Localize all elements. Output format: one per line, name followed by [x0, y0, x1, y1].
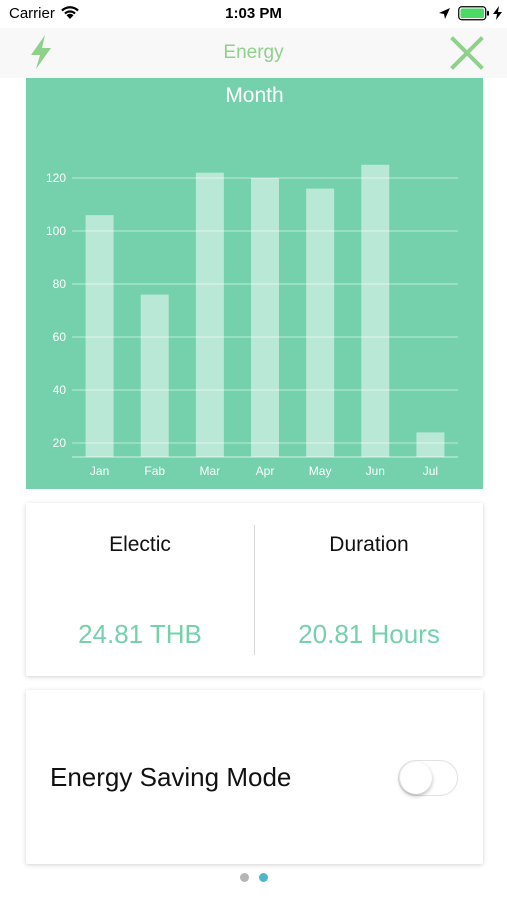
- electric-label: Electic: [109, 533, 171, 556]
- page-dot-2[interactable]: [259, 873, 268, 882]
- location-icon: [438, 7, 451, 25]
- energy-saving-card: Energy Saving Mode: [26, 690, 483, 864]
- x-tick-label: Fab: [144, 464, 165, 478]
- x-tick-label: Jan: [90, 464, 109, 478]
- y-tick-label: 60: [53, 330, 67, 344]
- x-tick-label: May: [309, 464, 332, 478]
- chart-plot: 20 40 60 80 100 120 Jan Fab Mar Apr May Jun Jul: [46, 164, 458, 478]
- bar-may: [306, 188, 335, 457]
- electric-section: Electic 24.81 THB: [26, 503, 254, 676]
- page-dot-1[interactable]: [240, 873, 249, 882]
- energy-screen: Carrier 1:03 PM Energy 20 40 60 80 100 1…: [0, 0, 507, 900]
- bar-jan: [85, 215, 114, 457]
- bar-fab: [140, 294, 169, 457]
- chart-title: Month: [225, 84, 284, 107]
- nav-bar: Energy: [0, 28, 507, 78]
- y-tick-label: 80: [53, 277, 67, 291]
- bar-mar: [195, 172, 224, 457]
- x-tick-label: Jul: [423, 464, 438, 478]
- monthly-chart: 20 40 60 80 100 120 Jan Fab Mar Apr May Jun Jul Mont…: [26, 78, 483, 489]
- x-tick-label: Jun: [366, 464, 385, 478]
- duration-value: 20.81 Hours: [298, 619, 440, 649]
- y-tick-label: 20: [53, 436, 67, 450]
- status-bar: Carrier 1:03 PM: [0, 0, 507, 28]
- clock-time: 1:03 PM: [225, 5, 282, 22]
- x-tick-label: Mar: [200, 464, 221, 478]
- page-indicator: [0, 873, 507, 883]
- close-icon[interactable]: [450, 36, 484, 75]
- charging-icon: [493, 6, 502, 25]
- energy-saving-label: Energy Saving Mode: [50, 762, 292, 792]
- battery-icon: [458, 6, 490, 26]
- toggle-knob: [400, 762, 432, 794]
- y-tick-label: 40: [53, 383, 67, 397]
- bar-apr: [251, 178, 279, 457]
- y-tick-label: 120: [46, 171, 66, 185]
- energy-saving-toggle[interactable]: [398, 760, 458, 796]
- bar-jul: [416, 432, 445, 457]
- nav-title: Energy: [223, 42, 284, 63]
- bar-jun: [361, 164, 390, 457]
- electric-value: 24.81 THB: [78, 619, 202, 649]
- x-tick-label: Apr: [256, 464, 275, 478]
- y-tick-label: 100: [46, 224, 66, 238]
- duration-label: Duration: [329, 533, 409, 556]
- duration-section: Duration 20.81 Hours: [255, 503, 483, 676]
- usage-summary-card: Electic 24.81 THB Duration 20.81 Hours: [26, 503, 483, 676]
